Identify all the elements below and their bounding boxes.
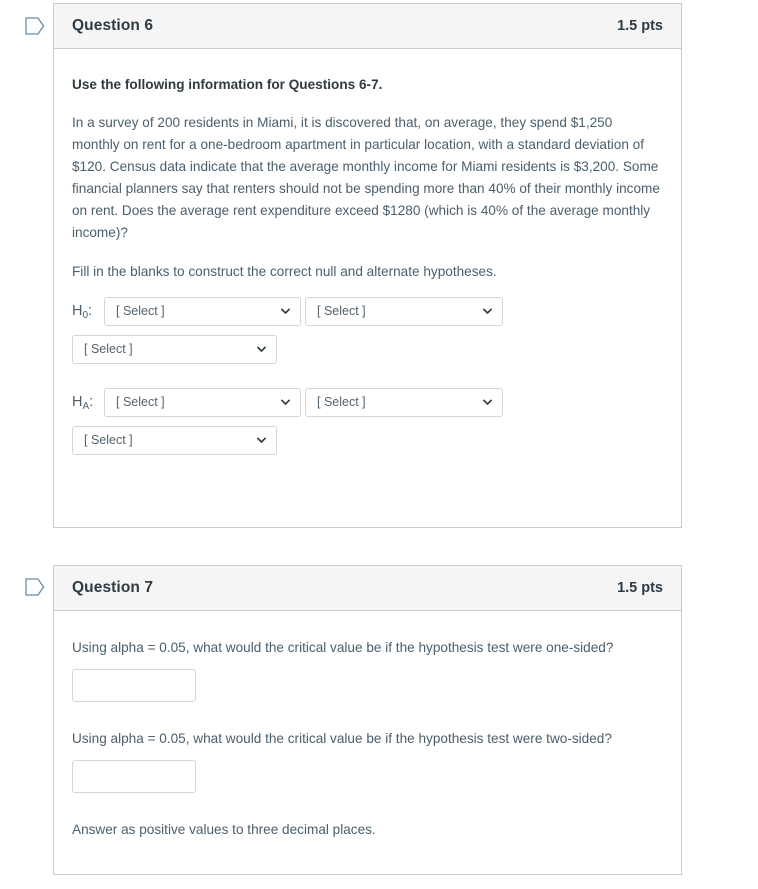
question-header-6: Question 6 1.5 pts: [54, 4, 681, 49]
select-value: [ Select ]: [317, 395, 366, 410]
alternate-hypothesis-select-2[interactable]: [ Select ]: [305, 387, 503, 417]
null-hypothesis-select-1[interactable]: [ Select ]: [104, 296, 301, 326]
question-card-6: Question 6 1.5 pts Use the following inf…: [53, 3, 682, 528]
alternate-hypothesis-row-2: [ Select ]: [72, 425, 663, 455]
question-scenario-text: In a survey of 200 residents in Miami, i…: [72, 114, 660, 240]
question-intro-heading: Use the following information for Questi…: [72, 77, 383, 92]
question-title: Question 6: [72, 17, 154, 34]
select-value: [ Select ]: [116, 304, 165, 319]
select-value: [ Select ]: [317, 304, 366, 319]
select-value: [ Select ]: [84, 433, 133, 448]
question-instruction-text: Fill in the blanks to construct the corr…: [72, 263, 497, 279]
select-value: [ Select ]: [84, 342, 133, 357]
question-title: Question 7: [72, 579, 154, 596]
two-sided-answer-input[interactable]: [72, 760, 196, 794]
one-sided-answer-input[interactable]: [72, 669, 196, 703]
alternate-hypothesis-row: HA: [ Select ] [ Select ]: [72, 387, 663, 417]
null-hypothesis-select-3[interactable]: [ Select ]: [72, 334, 277, 364]
chevron-down-icon: [280, 306, 291, 317]
flag-outline-icon[interactable]: [25, 17, 45, 35]
select-value: [ Select ]: [116, 395, 165, 410]
question-body-7: Using alpha = 0.05, what would the criti…: [54, 611, 681, 851]
answer-format-note: Answer as positive values to three decim…: [72, 822, 376, 838]
chevron-down-icon: [280, 397, 291, 408]
null-hypothesis-block: H0: [ Select ] [ Select ] [Select]: [72, 296, 663, 364]
flag-outline-icon[interactable]: [25, 578, 45, 596]
question-card-7: Question 7 1.5 pts Using alpha = 0.05, w…: [53, 565, 682, 875]
null-hypothesis-row-2: [ Select ]: [72, 334, 663, 364]
chevron-down-icon: [482, 397, 493, 408]
question-header-7: Question 7 1.5 pts: [54, 566, 681, 611]
alternate-hypothesis-select-1[interactable]: [ Select ]: [104, 387, 301, 417]
chevron-down-icon: [482, 306, 493, 317]
quiz-page: Question 6 1.5 pts Use the following inf…: [0, 0, 758, 889]
question-points: 1.5 pts: [617, 580, 663, 596]
question-points: 1.5 pts: [617, 18, 663, 34]
null-hypothesis-select-2[interactable]: [ Select ]: [305, 296, 503, 326]
null-hypothesis-label: H0:: [72, 303, 93, 322]
chevron-down-icon: [256, 344, 267, 355]
alternate-hypothesis-block: HA: [ Select ] [ Select ] [Select]: [72, 387, 663, 455]
question-body-6: Use the following information for Questi…: [54, 49, 681, 474]
alternate-hypothesis-label: HA:: [72, 394, 94, 413]
null-hypothesis-row: H0: [ Select ] [ Select ]: [72, 296, 663, 326]
two-sided-prompt: Using alpha = 0.05, what would the criti…: [72, 731, 612, 747]
alternate-hypothesis-select-3[interactable]: [ Select ]: [72, 425, 277, 455]
chevron-down-icon: [256, 435, 267, 446]
one-sided-prompt: Using alpha = 0.05, what would the criti…: [72, 640, 614, 655]
